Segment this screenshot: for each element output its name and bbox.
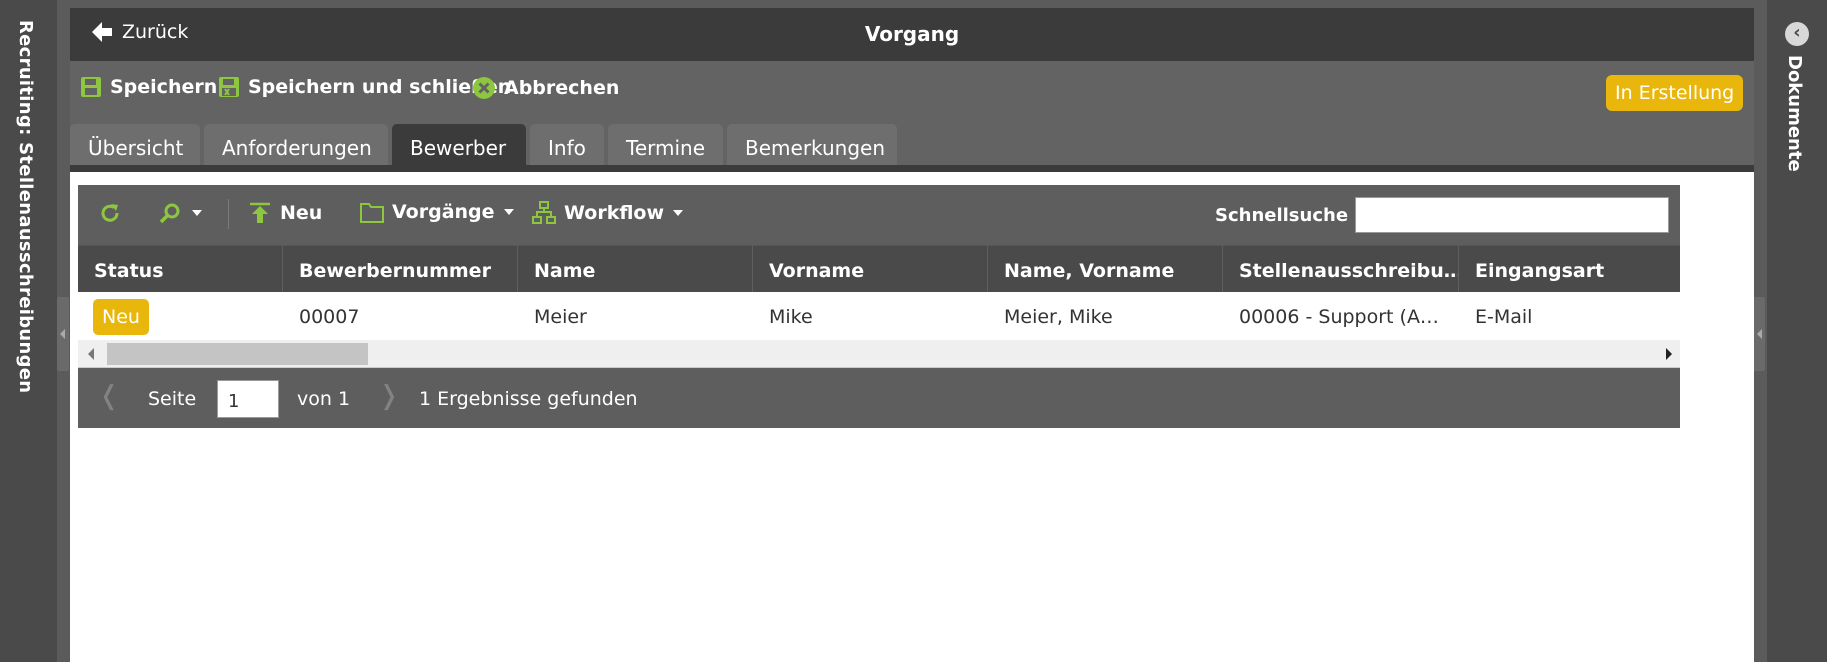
cell-bewerbernummer: 00007 [299,306,360,328]
main-panel: Zurück Vorgang Speichern Speichern und s… [70,8,1754,662]
horizontal-scrollbar[interactable] [78,340,1680,368]
action-bar: Speichern Speichern und schließen Abbrec… [70,61,1754,124]
refresh-button[interactable] [98,201,130,225]
page-number-input[interactable] [217,380,279,418]
left-panel-label[interactable]: Recruiting: Stellenausschreibungen [15,20,36,393]
refresh-icon [101,204,119,222]
tab-bemerkungen[interactable]: Bemerkungen [727,124,897,165]
chevron-down-icon [673,210,684,216]
save-label: Speichern [110,76,218,98]
tab-info[interactable]: Info [530,124,604,165]
cancel-circle-icon [473,77,495,99]
floppy-disk-icon [81,77,101,97]
page-title: Vorgang [864,22,960,46]
column-header-eingangsart[interactable]: Eingangsart [1459,246,1680,293]
left-collapsed-panel[interactable]: Recruiting: Stellenausschreibungen [0,0,57,662]
quicksearch-label: Schnellsuche [1215,205,1349,226]
right-collapsed-panel[interactable]: ‹ Dokumente [1767,0,1827,662]
cancel-label: Abbrechen [504,77,620,99]
scroll-left-icon[interactable] [88,348,94,360]
save-button[interactable]: Speichern [80,76,217,98]
status-badge: In Erstellung [1606,75,1744,111]
table-row[interactable]: Neu 00007 Meier Mike Meier, Mike 00006 -… [78,292,1680,340]
page-count: von 1 [297,388,351,410]
right-panel-label[interactable]: Dokumente [1784,55,1805,172]
cell-name: Meier [534,306,587,328]
column-header-bewerbernummer[interactable]: Bewerbernummer [283,246,518,293]
new-label: Neu [280,202,323,224]
status-badge-new: Neu [93,299,149,335]
right-panel-grip[interactable] [1753,297,1765,371]
chevron-left-icon[interactable]: ‹ [1785,22,1809,46]
cancel-button[interactable]: Abbrechen [472,76,619,100]
quicksearch-input[interactable] [1355,197,1669,233]
chevron-down-icon [503,209,514,215]
save-and-close-button[interactable]: Speichern und schließen [218,76,511,98]
column-header-name-vorname[interactable]: Name, Vorname [988,246,1223,293]
tab-bewerber[interactable]: Bewerber [392,124,526,165]
scroll-right-icon[interactable] [1666,348,1672,360]
column-header-stellenausschreibung[interactable]: Stellenausschreibu… [1223,246,1459,293]
new-applicant-button[interactable]: Neu [248,201,322,225]
cell-name-vorname: Meier, Mike [1004,306,1113,328]
search-filter-button[interactable] [158,201,202,225]
cell-eingangsart: E-Mail [1475,306,1533,328]
folder-icon [360,203,384,223]
left-panel-grip[interactable] [57,297,69,371]
tab-anforderungen[interactable]: Anforderungen [204,124,388,165]
grid-toolbar: Neu Vorgänge Workflow Schnellsuche [78,185,1680,245]
chevron-down-icon [192,210,202,216]
cell-status: Neu [78,292,283,340]
results-count: 1 Ergebnisse gefunden [419,388,638,410]
workflow-icon [532,201,556,224]
column-header-vorname[interactable]: Vorname [753,246,988,293]
cell-stellenausschreibung: 00006 - Support (A… [1239,306,1439,328]
page-label: Seite [148,388,197,410]
tab-bar: Übersicht Anforderungen Bewerber Info Te… [70,124,1754,172]
floppy-disk-close-icon [219,77,239,97]
tab-termine[interactable]: Termine [608,124,723,165]
toolbar-divider [228,199,229,229]
column-header-name[interactable]: Name [518,246,753,293]
column-header-status[interactable]: Status [78,246,283,293]
applicant-grid: Neu Vorgänge Workflow Schnellsuche Statu… [78,185,1680,428]
next-page-icon[interactable]: ❭ [378,381,400,411]
prev-page-icon[interactable]: ❬ [98,381,120,411]
scrollbar-thumb[interactable] [107,343,368,365]
pager: ❬ Seite von 1 ❭ 1 Ergebnisse gefunden [78,369,1680,428]
top-bar: Zurück Vorgang [70,8,1754,61]
cell-vorname: Mike [769,306,813,328]
workflow-label: Workflow [564,202,665,224]
processes-label: Vorgänge [392,201,495,223]
upload-arrow-icon [250,202,270,223]
search-icon [159,203,180,224]
tab-uebersicht[interactable]: Übersicht [70,124,200,165]
workflow-dropdown[interactable]: Workflow [532,201,684,225]
grid-header: Status Bewerbernummer Name Vorname Name,… [78,245,1680,293]
processes-dropdown[interactable]: Vorgänge [360,201,514,223]
